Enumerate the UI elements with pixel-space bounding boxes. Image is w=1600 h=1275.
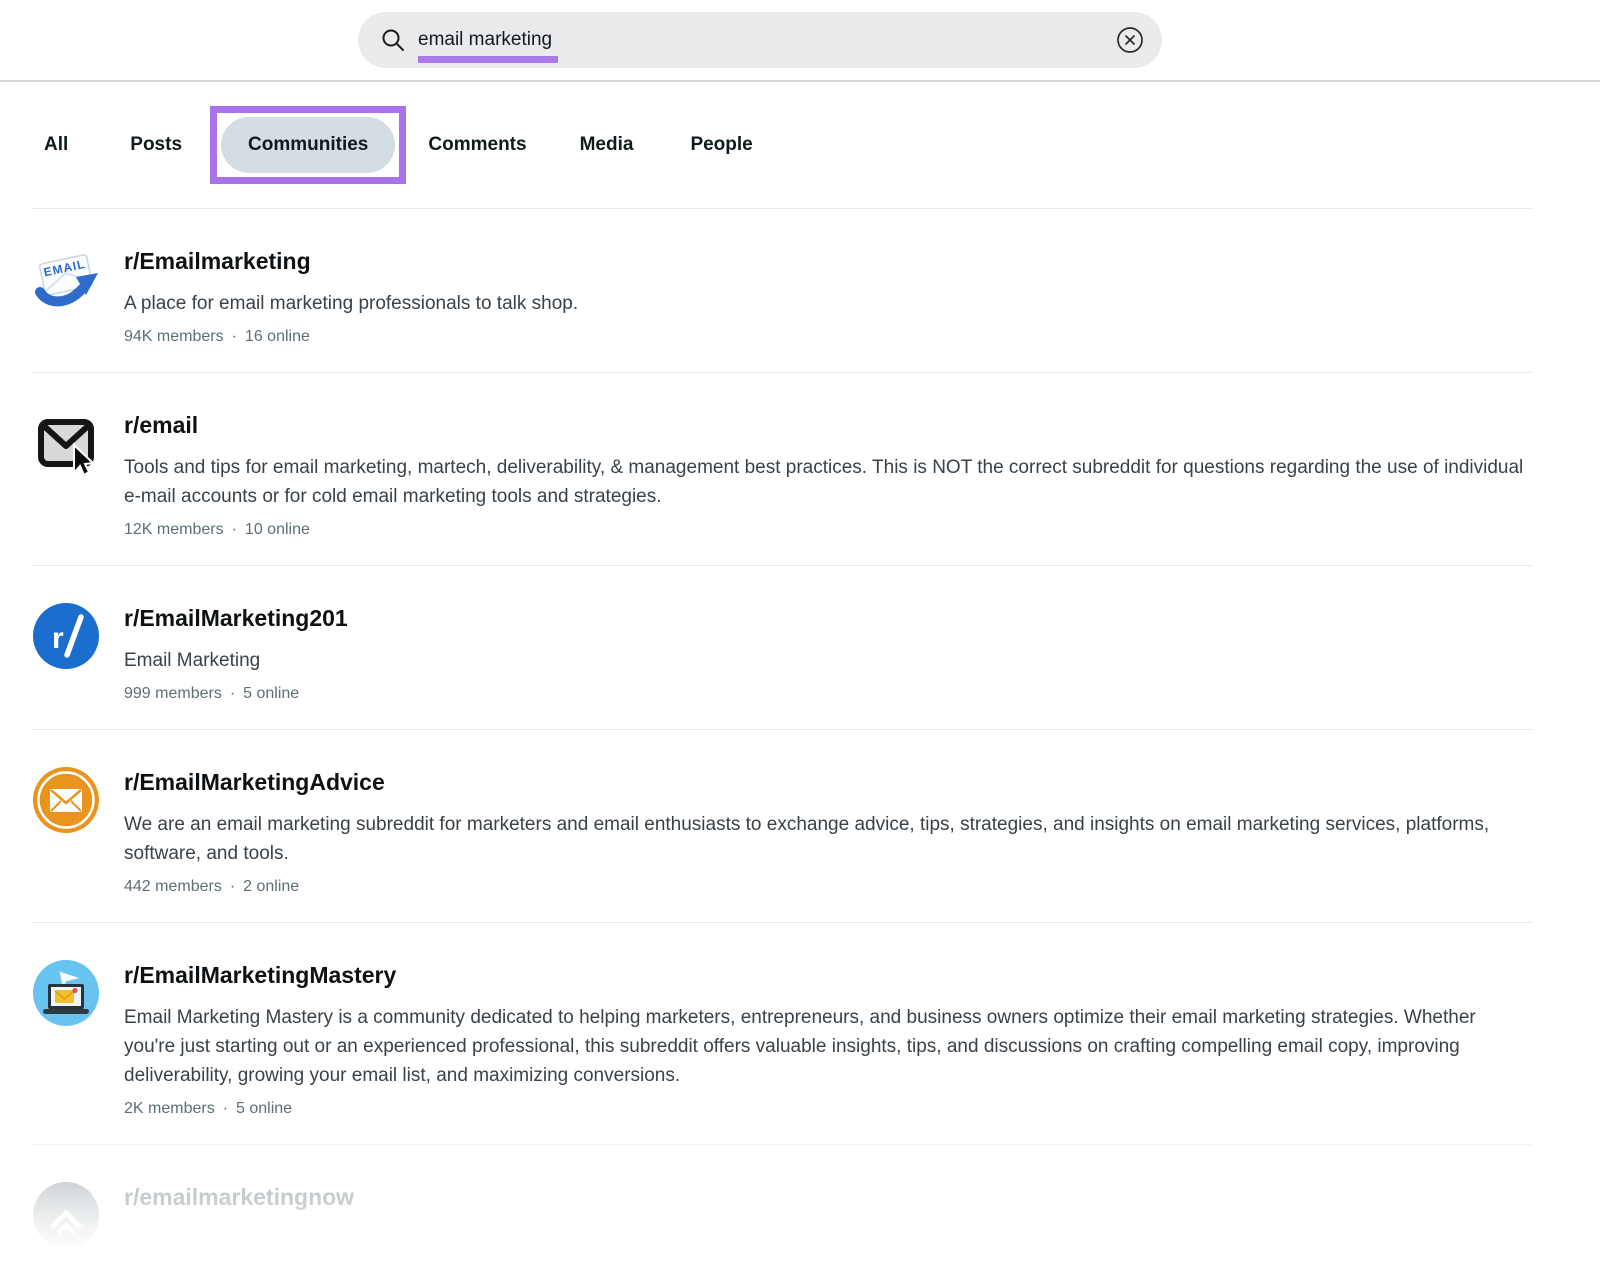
- online-count: 5 online: [243, 685, 299, 702]
- tab-posts[interactable]: Posts: [130, 134, 182, 156]
- blue-r-slash-icon: r: [32, 602, 100, 670]
- search-result-tabs: All Posts Communities Comments Media People: [0, 82, 1600, 208]
- community-info: r/Emailmarketing A place for email marke…: [124, 245, 1532, 346]
- online-count: 2 online: [243, 878, 299, 895]
- clear-search-button[interactable]: [1116, 26, 1144, 54]
- search-header: email marketing: [0, 0, 1600, 82]
- online-count: 16 online: [245, 328, 310, 345]
- community-avatar[interactable]: r: [32, 602, 100, 670]
- community-result-row[interactable]: r/emailmarketingnow: [32, 1144, 1532, 1275]
- annotation-underline: [418, 56, 558, 63]
- community-info: r/EmailMarketingAdvice We are an email m…: [124, 766, 1532, 896]
- circle-x-icon: [1116, 26, 1144, 54]
- community-description: Tools and tips for email marketing, mart…: [124, 453, 1532, 511]
- tab-comments[interactable]: Comments: [428, 134, 526, 156]
- search-query-text[interactable]: email marketing: [418, 29, 552, 51]
- svg-text:r: r: [52, 622, 64, 655]
- gray-chevron-icon: [32, 1181, 100, 1249]
- community-name[interactable]: r/emailmarketingnow: [124, 1183, 1532, 1211]
- magnifier-icon: [380, 27, 406, 53]
- search-query-value: email marketing: [418, 29, 552, 50]
- community-info: r/email Tools and tips for email marketi…: [124, 409, 1532, 539]
- orange-envelope-badge-icon: [32, 766, 100, 834]
- community-meta: 442 members · 2 online: [124, 878, 1532, 896]
- community-result-row[interactable]: r/email Tools and tips for email marketi…: [32, 372, 1532, 565]
- members-count: 442 members: [124, 878, 222, 895]
- members-count: 999 members: [124, 685, 222, 702]
- laptop-paper-plane-icon: [32, 959, 100, 1027]
- community-avatar[interactable]: [32, 409, 100, 477]
- community-avatar[interactable]: [32, 766, 100, 834]
- community-name[interactable]: r/EmailMarketingMastery: [124, 961, 1532, 989]
- email-arrow-envelope-icon: EMAIL: [32, 245, 100, 313]
- tab-people[interactable]: People: [690, 134, 752, 156]
- online-count: 10 online: [245, 521, 310, 538]
- community-name[interactable]: r/email: [124, 411, 1532, 439]
- tab-all[interactable]: All: [44, 134, 68, 156]
- community-info: r/EmailMarketingMastery Email Marketing …: [124, 959, 1532, 1118]
- members-count: 94K members: [124, 328, 224, 345]
- meta-separator: ·: [232, 328, 237, 345]
- community-name[interactable]: r/Emailmarketing: [124, 247, 1532, 275]
- members-count: 2K members: [124, 1100, 215, 1117]
- community-result-row[interactable]: r/EmailMarketingMastery Email Marketing …: [32, 922, 1532, 1144]
- community-meta: 12K members · 10 online: [124, 521, 1532, 539]
- community-description: Email Marketing: [124, 646, 1532, 675]
- community-info: r/EmailMarketing201 Email Marketing 999 …: [124, 602, 1532, 703]
- community-result-row[interactable]: r/EmailMarketingAdvice We are an email m…: [32, 729, 1532, 922]
- online-count: 5 online: [236, 1100, 292, 1117]
- community-description: We are an email marketing subreddit for …: [124, 810, 1532, 868]
- meta-separator: ·: [230, 685, 235, 702]
- community-results-list: EMAIL r/Emailmarketing A place for email…: [32, 208, 1532, 1275]
- community-description: A place for email marketing professional…: [124, 289, 1532, 318]
- members-count: 12K members: [124, 521, 224, 538]
- community-name[interactable]: r/EmailMarketingAdvice: [124, 768, 1532, 796]
- search-input[interactable]: email marketing: [358, 12, 1162, 68]
- tab-media[interactable]: Media: [580, 134, 634, 156]
- community-meta: 2K members · 5 online: [124, 1100, 1532, 1118]
- community-meta: 999 members · 5 online: [124, 685, 1532, 703]
- community-avatar[interactable]: [32, 1181, 100, 1249]
- meta-separator: ·: [232, 521, 237, 538]
- meta-separator: ·: [230, 878, 235, 895]
- community-avatar[interactable]: EMAIL: [32, 245, 100, 313]
- community-info: r/emailmarketingnow: [124, 1181, 1532, 1225]
- community-description: Email Marketing Mastery is a community d…: [124, 1003, 1532, 1090]
- black-envelope-cursor-icon: [32, 409, 100, 477]
- community-meta: 94K members · 16 online: [124, 328, 1532, 346]
- annotation-highlight-box: Communities: [210, 106, 406, 184]
- community-avatar[interactable]: [32, 959, 100, 1027]
- community-name[interactable]: r/EmailMarketing201: [124, 604, 1532, 632]
- community-result-row[interactable]: EMAIL r/Emailmarketing A place for email…: [32, 208, 1532, 372]
- community-result-row[interactable]: r r/EmailMarketing201 Email Marketing 99…: [32, 565, 1532, 729]
- meta-separator: ·: [223, 1100, 228, 1117]
- tab-communities[interactable]: Communities: [221, 117, 395, 173]
